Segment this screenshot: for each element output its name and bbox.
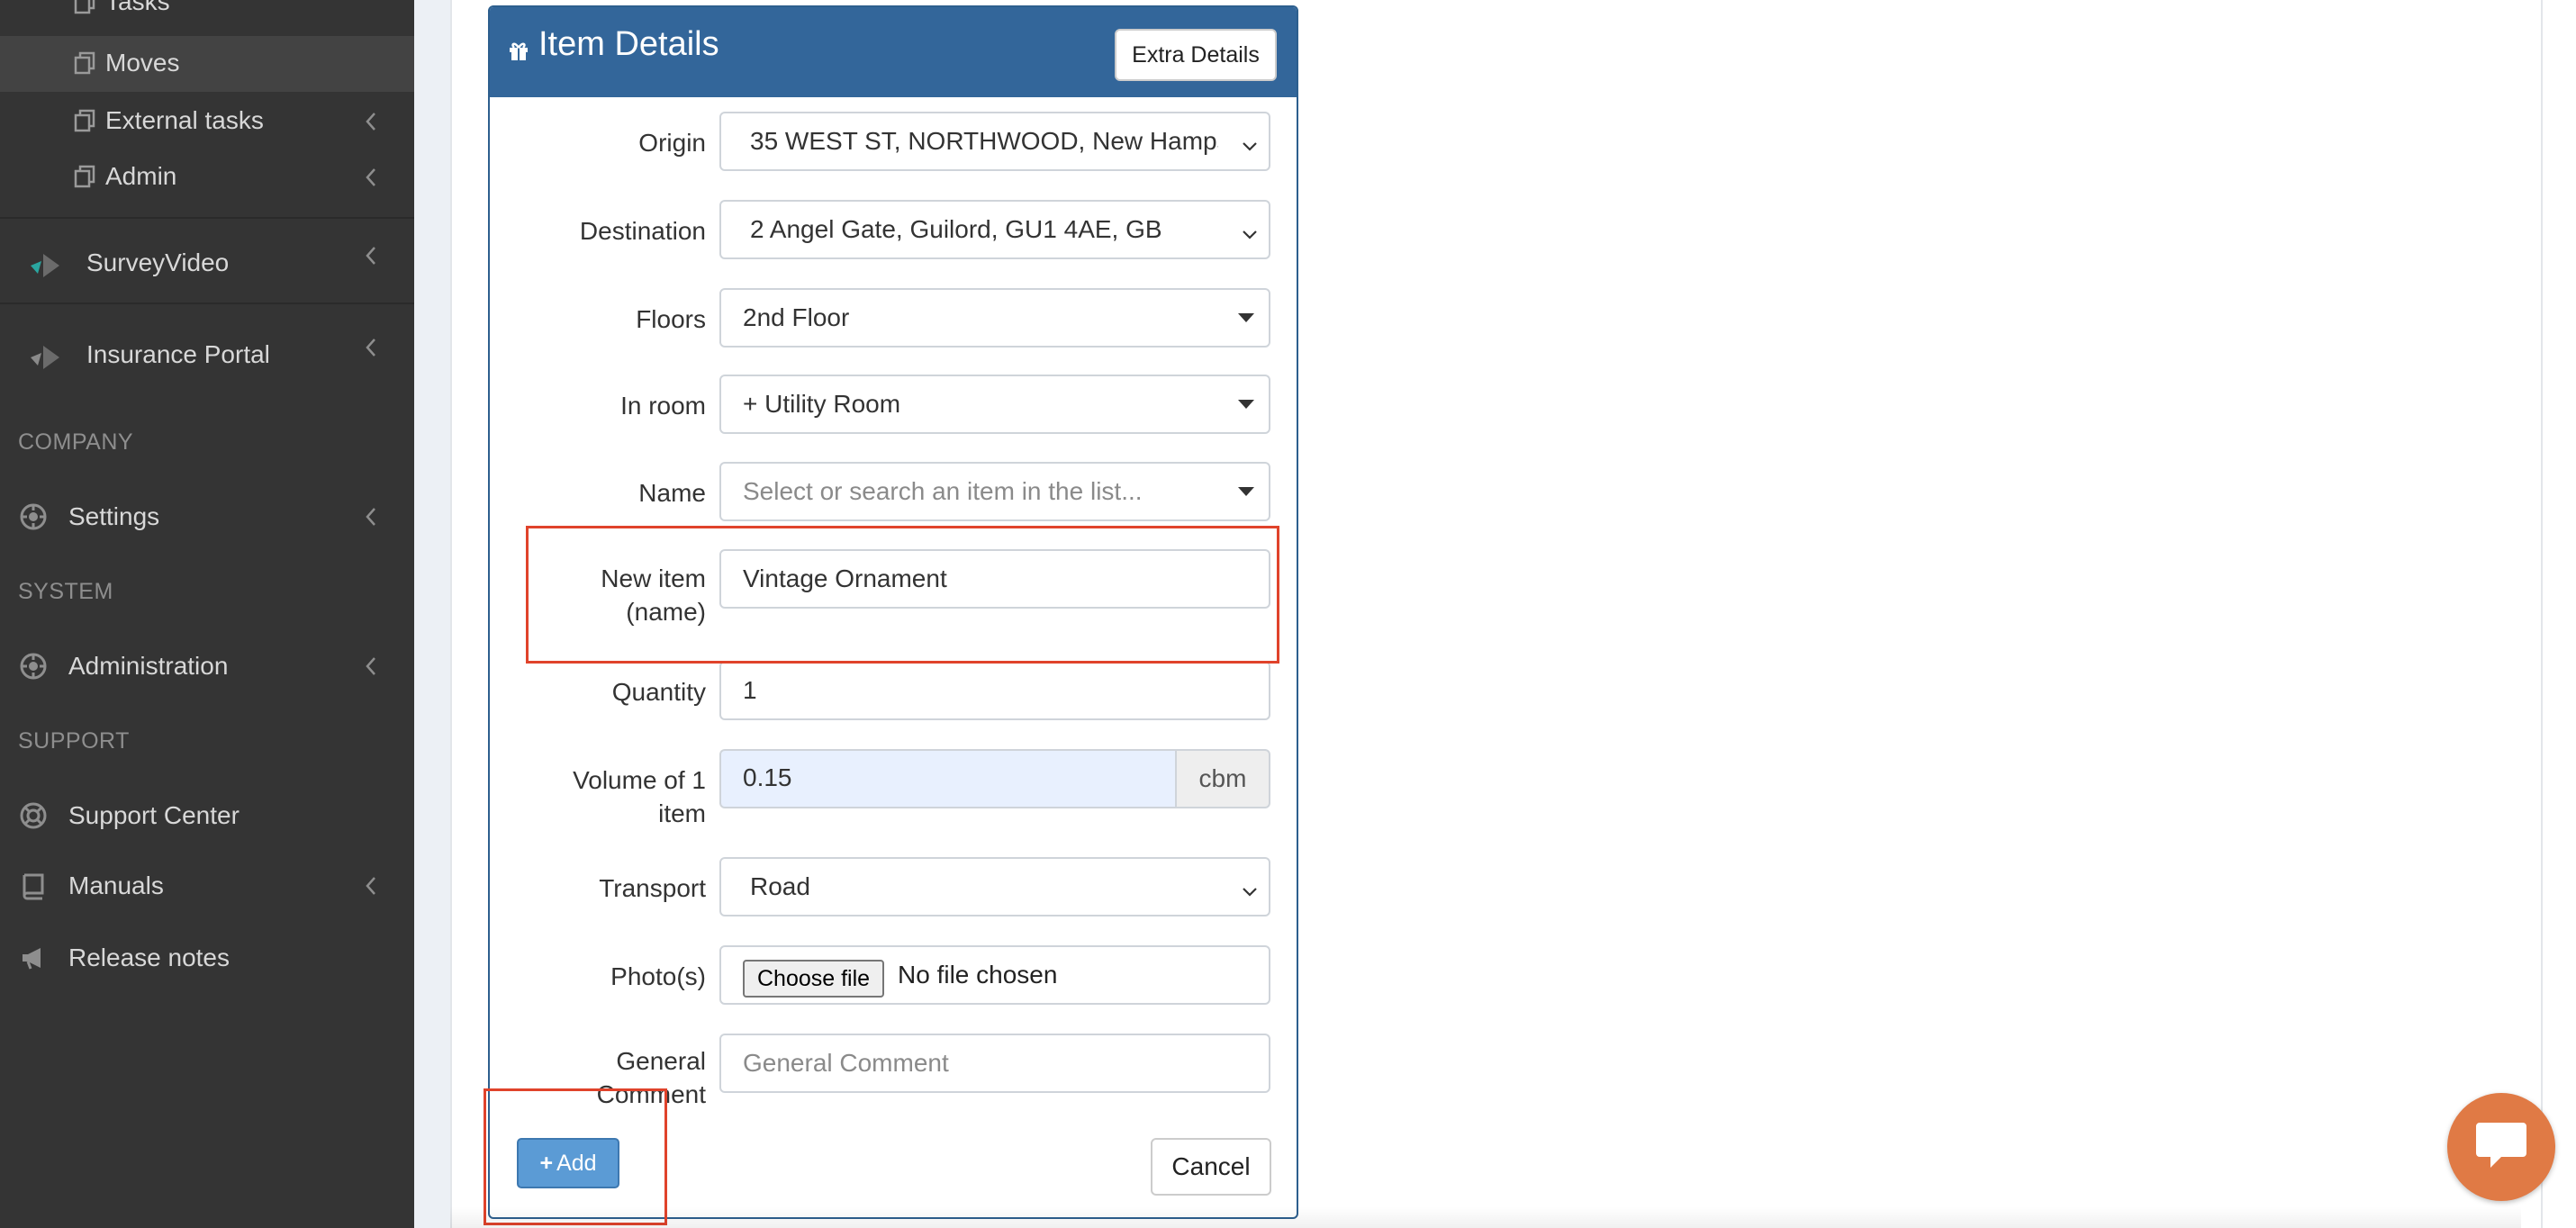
highlight-box-add-button	[484, 1088, 667, 1225]
copy-icon	[72, 163, 99, 190]
panel-header: Item Details Extra Details	[490, 7, 1297, 97]
bottom-shadow	[450, 1206, 2521, 1228]
gear-icon	[18, 501, 49, 532]
transport-label: Transport	[599, 874, 706, 902]
sidebar-item-support-center[interactable]: Support Center	[0, 787, 414, 844]
chevron-left-icon	[360, 648, 382, 684]
chat-widget-button[interactable]	[2447, 1093, 2555, 1201]
caret-down-icon	[1238, 487, 1254, 496]
transport-value: Road	[750, 872, 810, 900]
floors-label: Floors	[636, 305, 706, 333]
sidebar-item-label: Release notes	[68, 944, 230, 971]
sidebar-item-settings[interactable]: Settings	[0, 488, 414, 546]
megaphone-icon	[18, 943, 49, 973]
sidebar-item-label: Insurance Portal	[86, 340, 270, 368]
sidebar-item-moves[interactable]: Moves	[0, 36, 414, 92]
sidebar-item-label: Tasks	[105, 0, 170, 15]
sidebar-item-surveyvideo[interactable]: SurveyVideo	[0, 232, 414, 295]
destination-select[interactable]: 2 Angel Gate, Guilord, GU1 4AE, GB	[719, 200, 1270, 259]
chevron-left-icon	[360, 499, 382, 535]
choose-file-button[interactable]: Choose file	[743, 960, 885, 998]
sidebar-item-label: SurveyVideo	[86, 248, 230, 276]
photos-file-input: Choose file No file chosen	[719, 945, 1270, 1005]
sidebar-item-label: Moves	[105, 49, 180, 77]
chevron-down-icon	[1240, 221, 1260, 250]
chevron-left-icon	[360, 330, 382, 366]
sidebar-item-external-tasks[interactable]: External tasks	[0, 94, 414, 149]
chevron-down-icon	[1240, 879, 1260, 907]
chevron-left-icon	[360, 159, 382, 195]
chevron-left-icon	[360, 238, 382, 274]
sidebar-item-insurance-portal[interactable]: Insurance Portal	[0, 324, 414, 387]
copy-icon	[72, 0, 99, 16]
in-room-value: + Utility Room	[743, 390, 901, 418]
sidebar-item-label: Admin	[105, 162, 177, 190]
origin-value: 35 WEST ST, NORTHWOOD, New Hampshire	[750, 127, 1218, 155]
sidebar-item-label: External tasks	[105, 106, 264, 134]
destination-label: Destination	[579, 217, 706, 245]
volume-label: Volume of 1 item	[526, 763, 706, 830]
in-room-label: In room	[620, 392, 706, 420]
sidebar-item-administration[interactable]: Administration	[0, 637, 414, 695]
transport-select[interactable]: Road	[719, 857, 1270, 916]
volume-input[interactable]: 0.15	[719, 749, 1175, 808]
extra-details-button[interactable]: Extra Details	[1115, 29, 1277, 81]
name-label: Name	[638, 479, 706, 507]
chevron-down-icon	[1240, 133, 1260, 162]
copy-icon	[72, 50, 99, 77]
highlight-box-new-item	[526, 526, 1279, 664]
sidebar-item-admin[interactable]: Admin	[0, 149, 414, 205]
lifebuoy-icon	[18, 800, 49, 831]
volume-label-line1: Volume of 1	[573, 766, 706, 794]
cancel-button[interactable]: Cancel	[1151, 1138, 1271, 1196]
origin-label: Origin	[638, 129, 706, 157]
sidebar-divider	[0, 302, 414, 304]
sidebar-item-label: Support Center	[68, 801, 240, 829]
chevron-left-icon	[360, 104, 382, 140]
quantity-label: Quantity	[611, 678, 706, 706]
comment-label-line1: General	[616, 1047, 706, 1075]
volume-unit-addon: cbm	[1175, 749, 1270, 808]
quantity-input[interactable]: 1	[719, 661, 1270, 720]
photos-label: Photo(s)	[610, 962, 706, 990]
volume-value: 0.15	[743, 763, 792, 791]
sidebar-item-release-notes[interactable]: Release notes	[0, 929, 414, 987]
sidebar-section-system: SYSTEM	[18, 579, 113, 604]
sidebar-item-label: Manuals	[68, 871, 164, 899]
volume-label-line2: item	[658, 799, 706, 827]
main-background	[414, 0, 450, 1228]
copy-icon	[72, 107, 99, 134]
sidebar-item-tasks[interactable]: Tasks	[0, 0, 414, 22]
caret-down-icon	[1238, 400, 1254, 409]
gear-icon	[18, 651, 49, 682]
destination-value: 2 Angel Gate, Guilord, GU1 4AE, GB	[750, 215, 1162, 243]
sidebar: Tasks Moves External tasks Admin SurveyV…	[0, 0, 414, 1228]
survey-video-logo-icon	[25, 250, 65, 281]
name-search-select[interactable]: Select or search an item in the list...	[719, 462, 1270, 521]
sidebar-item-label: Administration	[68, 652, 229, 680]
panel-title: Item Details	[538, 25, 719, 63]
sidebar-section-support: SUPPORT	[18, 728, 130, 754]
sidebar-divider	[0, 217, 414, 219]
gift-icon	[508, 40, 529, 66]
insurance-portal-logo-icon	[25, 342, 65, 373]
chat-bubble-icon	[2472, 1117, 2530, 1178]
sidebar-item-manuals[interactable]: Manuals	[0, 857, 414, 915]
name-placeholder: Select or search an item in the list...	[743, 477, 1143, 505]
file-status: No file chosen	[898, 961, 1058, 989]
floors-select[interactable]: 2nd Floor	[719, 288, 1270, 348]
caret-down-icon	[1238, 313, 1254, 322]
chevron-left-icon	[360, 868, 382, 904]
origin-select[interactable]: 35 WEST ST, NORTHWOOD, New Hampshire	[719, 112, 1270, 171]
in-room-select[interactable]: + Utility Room	[719, 375, 1270, 434]
general-comment-input[interactable]: General Comment	[719, 1034, 1270, 1093]
sidebar-section-company: COMPANY	[18, 429, 134, 455]
quantity-value: 1	[743, 676, 757, 704]
comment-placeholder: General Comment	[743, 1049, 949, 1077]
sidebar-item-label: Settings	[68, 502, 160, 530]
floors-value: 2nd Floor	[743, 303, 850, 331]
book-icon	[18, 871, 49, 901]
